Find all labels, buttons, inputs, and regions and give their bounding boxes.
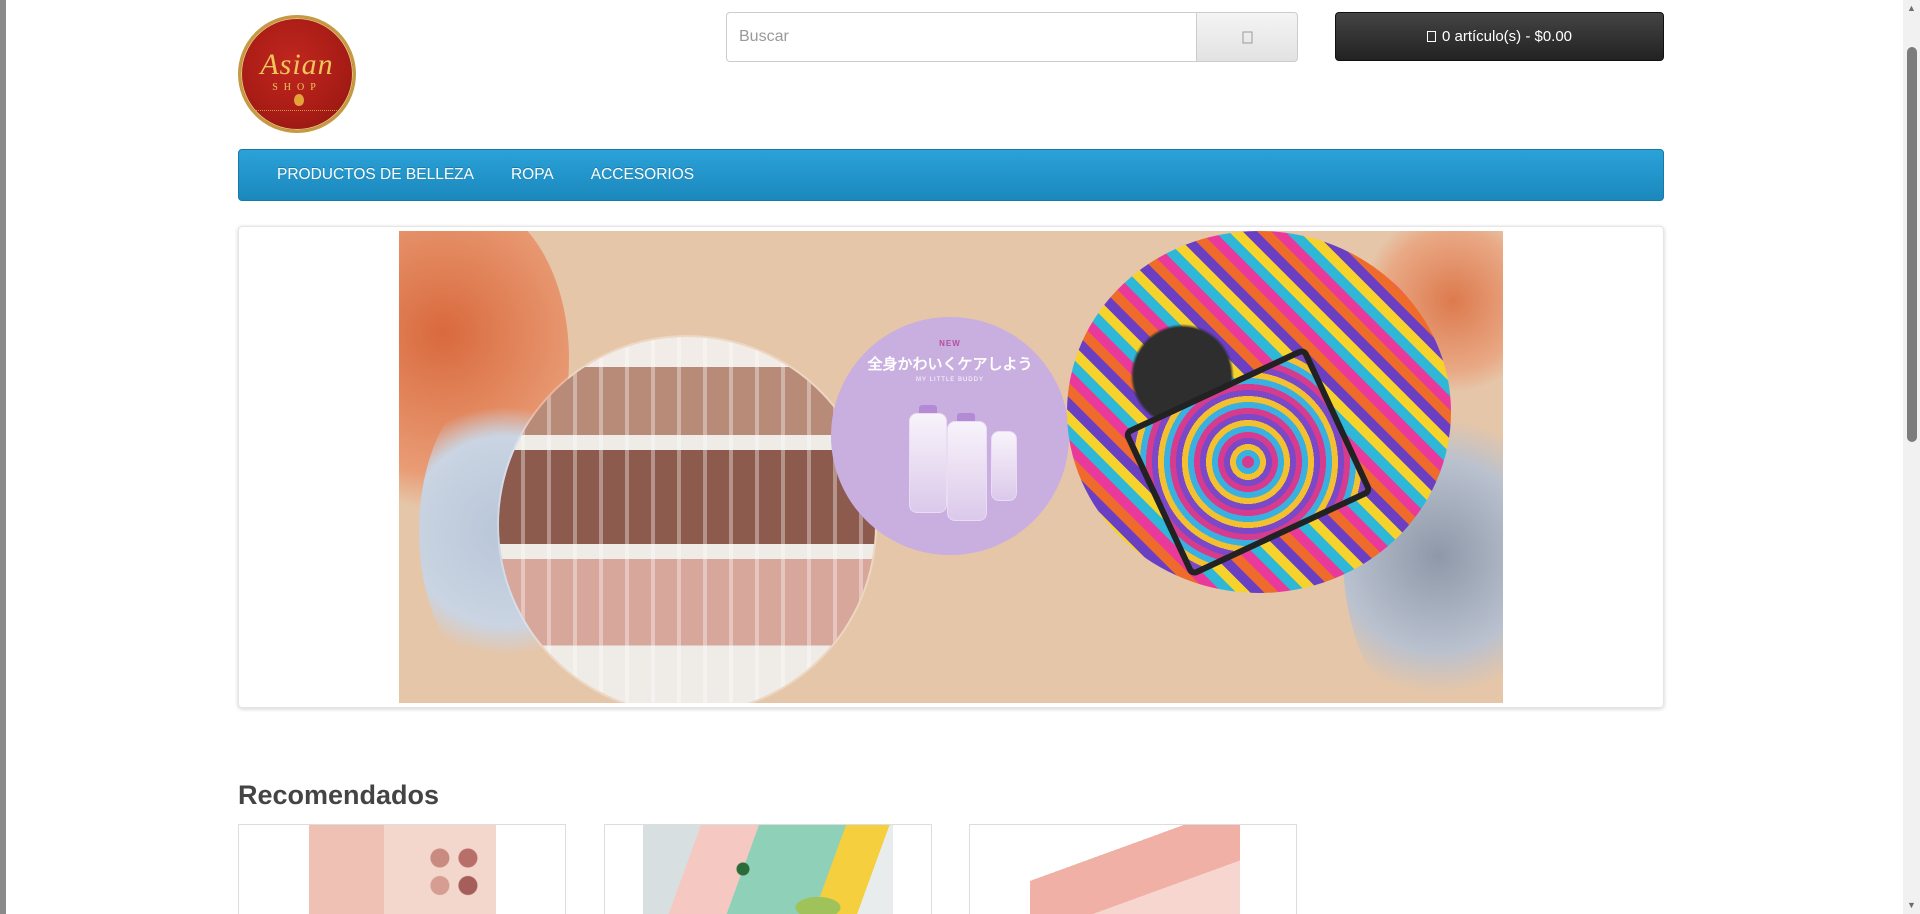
page-container: Asian SHOP 0 artículo(s) - $0.00 PRODUCT…: [238, 0, 1664, 914]
cart-button[interactable]: 0 artículo(s) - $0.00: [1335, 12, 1664, 61]
scrollbar-thumb[interactable]: [1907, 47, 1917, 442]
main-menu: PRODUCTOS DE BELLEZA ROPA ACCESORIOS: [238, 149, 1664, 201]
japanese-headline: 全身かわいくケアしよう: [867, 356, 1033, 373]
shop-logo[interactable]: Asian SHOP: [238, 15, 356, 133]
cart-summary: 0 artículo(s) - $0.00: [1441, 28, 1573, 45]
logo-text: Asian: [260, 48, 334, 81]
search-bar: [726, 12, 1298, 62]
product-card[interactable]: [604, 824, 932, 914]
shopping-cart-icon: [1426, 31, 1436, 42]
product-card[interactable]: [969, 824, 1297, 914]
product-bottle: [991, 431, 1017, 501]
logo-subtext: SHOP: [272, 82, 322, 93]
makeup-palette-photo: [1067, 231, 1451, 593]
product-card[interactable]: [238, 824, 566, 914]
menu-item-ropa[interactable]: ROPA: [511, 166, 554, 184]
scroll-down-arrow-icon[interactable]: ▼: [1903, 897, 1920, 914]
search-input[interactable]: [726, 12, 1196, 62]
body-care-product-photo: NEW 全身かわいくケアしよう MY LITTLE BUDDY: [831, 317, 1069, 555]
menu-item-productos-de-belleza[interactable]: PRODUCTOS DE BELLEZA: [277, 166, 474, 184]
recommended-title: Recomendados: [238, 780, 440, 810]
search-button[interactable]: [1196, 12, 1298, 62]
face-masks-image[interactable]: [643, 825, 893, 914]
window-edge: [0, 0, 6, 914]
logo-drop-icon: [294, 94, 304, 106]
makeup-shelf-photo: [499, 337, 875, 703]
scroll-up-arrow-icon[interactable]: ▲: [1903, 0, 1920, 17]
vertical-scrollbar[interactable]: ▲ ▼: [1903, 0, 1920, 914]
slideshow[interactable]: NEW 全身かわいくケアしよう MY LITTLE BUDDY: [238, 226, 1664, 708]
product-bottle: [909, 413, 947, 513]
search-icon: [1242, 31, 1252, 43]
lip-tint-image[interactable]: [1030, 825, 1240, 914]
eyeshadow-palette-image[interactable]: [309, 825, 496, 914]
slideshow-banner-image[interactable]: NEW 全身かわいくケアしよう MY LITTLE BUDDY: [399, 231, 1503, 703]
menu-item-accesorios[interactable]: ACCESORIOS: [591, 166, 694, 184]
product-brand-label: MY LITTLE BUDDY: [916, 377, 984, 383]
product-bottle: [947, 421, 987, 521]
new-label: NEW: [939, 339, 961, 348]
logo-tagline-decoration: [251, 110, 343, 111]
